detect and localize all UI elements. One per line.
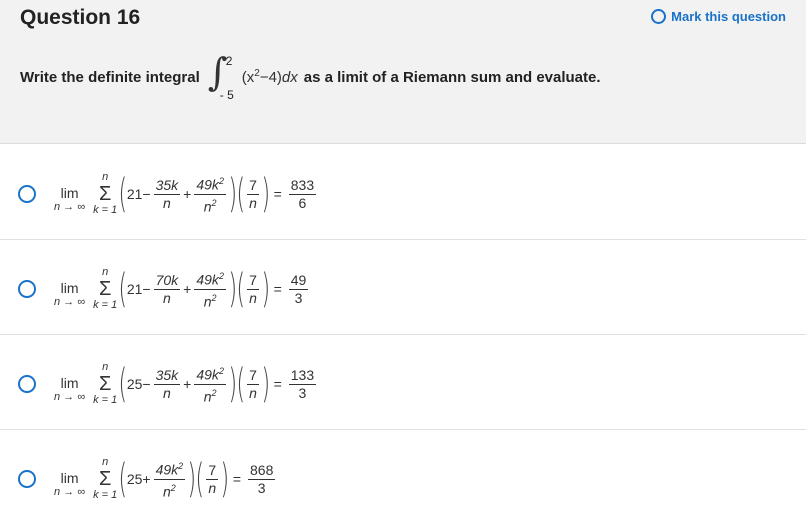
- result-fraction: 49 3: [288, 271, 309, 306]
- width-factor: 7 n: [247, 176, 259, 211]
- limit: lim n → ∞: [54, 280, 86, 308]
- limit: lim n → ∞: [54, 185, 86, 213]
- mark-question-label: Mark this question: [671, 9, 786, 24]
- radio-button[interactable]: [18, 470, 36, 488]
- result-fraction: 833 6: [288, 176, 317, 211]
- summation: n Σ k = 1: [93, 266, 118, 311]
- radio-button[interactable]: [18, 280, 36, 298]
- result-fraction: 868 3: [248, 461, 276, 496]
- answer-option-3[interactable]: lim n → ∞ n Σ k = 1 ( 25− 35k n + 49k2 n…: [0, 335, 806, 430]
- left-paren: (: [118, 361, 128, 407]
- option-expression: lim n → ∞ n Σ k = 1 ( 25+ 49k2 n2 ) ( 7 …: [54, 456, 276, 502]
- left-paren: (: [118, 171, 128, 217]
- prompt-text-before: Write the definite integral: [20, 68, 200, 86]
- width-factor: 7 n: [247, 366, 259, 401]
- left-paren: (: [236, 171, 245, 217]
- right-paren: ): [261, 171, 271, 217]
- option-expression: lim n → ∞ n Σ k = 1 ( 21− 70k n + 49k2 n…: [54, 266, 309, 312]
- integral-upper-limit: 2: [225, 54, 233, 68]
- left-paren: (: [236, 361, 245, 407]
- sigma-icon: Σ: [98, 373, 112, 395]
- left-paren: (: [118, 456, 128, 502]
- left-paren: (: [195, 456, 204, 502]
- right-paren: ): [261, 266, 271, 312]
- lead-term: 25+: [126, 471, 151, 487]
- limit: lim n → ∞: [54, 470, 86, 498]
- first-fraction: 70k n: [153, 271, 181, 306]
- question-title: Question 16: [20, 6, 141, 29]
- lead-term: 21−: [126, 281, 151, 297]
- mark-question-button[interactable]: Mark this question: [651, 9, 786, 24]
- first-fraction: 35k n: [153, 176, 181, 211]
- answer-option-4[interactable]: lim n → ∞ n Σ k = 1 ( 25+ 49k2 n2 ) ( 7 …: [0, 430, 806, 525]
- lead-term: 25−: [126, 376, 151, 392]
- sigma-icon: Σ: [98, 278, 112, 300]
- right-paren: ): [261, 361, 271, 407]
- question-header: Question 16 Mark this question Write the…: [0, 0, 806, 144]
- result-fraction: 133 3: [288, 366, 317, 401]
- circle-icon: [651, 9, 667, 24]
- second-fraction: 49k2 n2: [194, 363, 226, 405]
- integrand: (x2−4)dx: [241, 68, 298, 86]
- summation: n Σ k = 1: [93, 171, 118, 216]
- integral-sign: ∫ 2 - 5: [206, 50, 248, 102]
- sigma-icon: Σ: [98, 183, 112, 205]
- width-factor: 7 n: [247, 271, 259, 306]
- answer-options: lim n → ∞ n Σ k = 1 ( 21− 35k n + 49k2 n…: [0, 145, 806, 525]
- width-factor: 7 n: [206, 461, 219, 496]
- limit: lim n → ∞: [54, 375, 86, 403]
- prompt-text-after: as a limit of a Riemann sum and evaluate…: [303, 68, 601, 86]
- second-fraction: 49k2 n2: [194, 268, 226, 310]
- second-fraction: 49k2 n2: [153, 458, 186, 500]
- integral-lower-limit: - 5: [219, 88, 234, 102]
- answer-option-2[interactable]: lim n → ∞ n Σ k = 1 ( 21− 70k n + 49k2 n…: [0, 240, 806, 335]
- answer-option-1[interactable]: lim n → ∞ n Σ k = 1 ( 21− 35k n + 49k2 n…: [0, 145, 806, 240]
- option-expression: lim n → ∞ n Σ k = 1 ( 25− 35k n + 49k2 n…: [54, 361, 317, 407]
- radio-button[interactable]: [18, 185, 36, 203]
- sigma-icon: Σ: [98, 468, 112, 490]
- lead-term: 21−: [126, 186, 151, 202]
- summation: n Σ k = 1: [93, 361, 118, 406]
- left-paren: (: [236, 266, 245, 312]
- first-fraction: 35k n: [153, 366, 181, 401]
- radio-button[interactable]: [18, 375, 36, 393]
- second-fraction: 49k2 n2: [194, 173, 226, 215]
- left-paren: (: [118, 266, 128, 312]
- right-paren: ): [220, 456, 230, 502]
- question-prompt: Write the definite integral ∫ 2 - 5 (x2−…: [20, 50, 601, 102]
- summation: n Σ k = 1: [93, 456, 118, 501]
- option-expression: lim n → ∞ n Σ k = 1 ( 21− 35k n + 49k2 n…: [54, 171, 317, 217]
